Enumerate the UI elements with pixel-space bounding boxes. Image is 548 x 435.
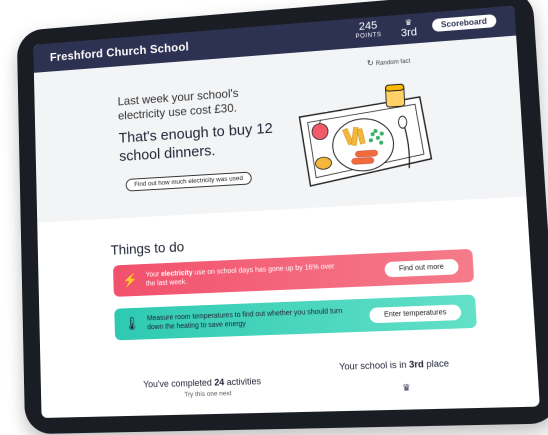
completed-activities: You've completed 24 activities <box>143 376 262 390</box>
hero-headline: That's enough to buy 12 school dinners. <box>118 119 274 165</box>
lightning-icon: ⚡ <box>122 272 139 288</box>
thermometer-icon: 🌡 <box>123 315 140 332</box>
electricity-alert-card: ⚡ Your electricity use on school days ha… <box>112 248 475 297</box>
temperature-text: Measure room temperatures to find out wh… <box>146 307 343 332</box>
hero-lead-text: Last week your school's electricity use … <box>117 86 239 123</box>
school-dinner-tray-illustration <box>288 78 435 195</box>
things-to-do-title: Things to do <box>110 238 185 258</box>
school-name: Freshford Church School <box>49 39 190 65</box>
electricity-alert-text: Your electricity use on school days has … <box>145 263 335 288</box>
rank-value: 3rd <box>400 26 418 40</box>
app-screen: Freshford Church School 245 POINTS ♛ 3rd… <box>33 5 540 418</box>
tablet-device: Freshford Church School 245 POINTS ♛ 3rd… <box>16 0 548 435</box>
random-fact-label: Random fact <box>375 58 411 68</box>
points-display: 245 POINTS <box>355 20 382 42</box>
try-next-label: Try this one next <box>184 390 232 399</box>
enter-temperatures-button[interactable]: Enter temperatures <box>369 303 462 323</box>
random-fact-link[interactable]: ↻ Random fact <box>366 56 411 68</box>
refresh-icon: ↻ <box>366 58 374 68</box>
find-out-electricity-button[interactable]: Find out how much electricity was used <box>125 171 253 192</box>
rank-display: ♛ 3rd <box>400 17 418 40</box>
find-out-more-button[interactable]: Find out more <box>384 258 459 277</box>
crown-icon-bottom: ♛ <box>401 382 411 393</box>
temperature-card: 🌡 Measure room temperatures to find out … <box>114 294 477 341</box>
scoreboard-button[interactable]: Scoreboard <box>431 13 497 33</box>
points-label: POINTS <box>355 32 382 41</box>
school-place: Your school is in 3rd place <box>338 358 450 372</box>
